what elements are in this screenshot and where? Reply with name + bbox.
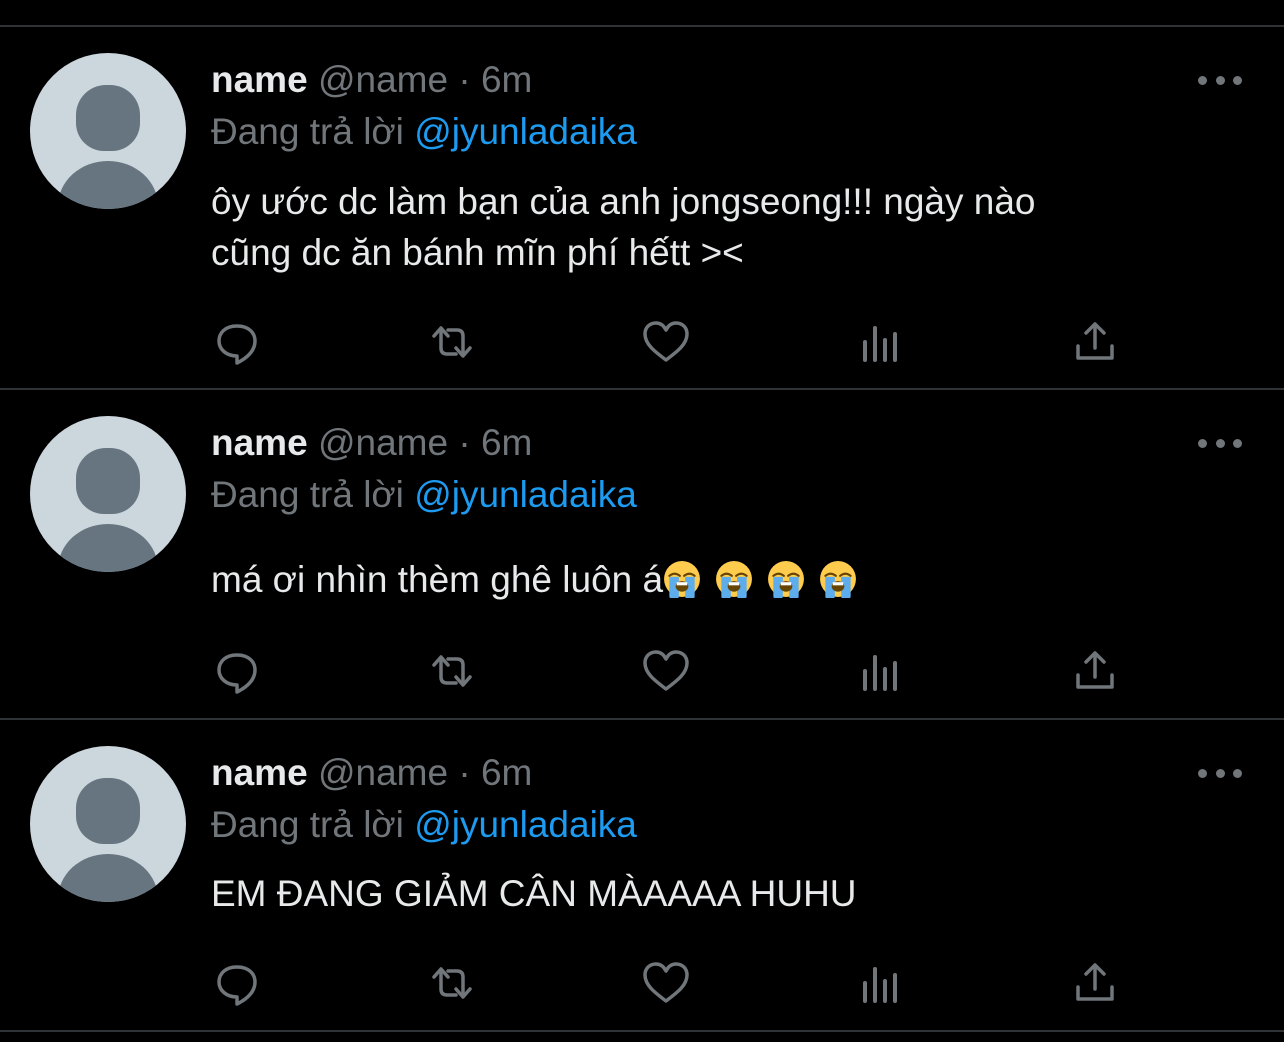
reply-button[interactable]: [207, 953, 267, 1013]
avatar-body-shape: [58, 854, 158, 902]
reply-icon: [207, 965, 267, 1017]
tweet-divider: [0, 1030, 1284, 1032]
share-button[interactable]: [1065, 312, 1125, 372]
retweet-button[interactable]: [422, 312, 482, 372]
tweet-text-line: EM ĐANG GIẢM CÂN MÀAAAA HUHU: [211, 873, 857, 914]
reply-context: Đang trả lời @jyunladaika: [211, 803, 637, 847]
tweet[interactable]: name @name · 6m Đang trả lời @jyunladaik…: [0, 0, 1284, 1042]
analytics-icon: [851, 655, 911, 705]
timestamp[interactable]: 6m: [481, 752, 532, 793]
tweet-text: EM ĐANG GIẢM CÂN MÀAAAA HUHU: [211, 868, 1231, 919]
reply-button[interactable]: [207, 312, 267, 372]
share-icon: [1065, 651, 1125, 705]
like-icon: [636, 321, 696, 376]
more-options-icon[interactable]: [1198, 763, 1242, 783]
retweet-icon: [422, 326, 482, 376]
reply-icon: [207, 324, 267, 376]
reply-to-handle[interactable]: @jyunladaika: [414, 804, 637, 845]
analytics-button[interactable]: [851, 953, 911, 1013]
share-icon: [1065, 322, 1125, 376]
like-icon: [636, 650, 696, 705]
analytics-icon: [851, 967, 911, 1017]
analytics-button[interactable]: [851, 312, 911, 372]
analytics-icon: [851, 326, 911, 376]
avatar[interactable]: [30, 746, 186, 902]
separator-dot: ·: [458, 752, 471, 793]
retweet-icon: [422, 967, 482, 1017]
reply-prefix: Đang trả lời: [211, 804, 404, 845]
avatar-head-shape: [76, 778, 140, 844]
like-icon: [636, 962, 696, 1017]
retweet-icon: [422, 655, 482, 705]
retweet-button[interactable]: [422, 641, 482, 701]
retweet-button[interactable]: [422, 953, 482, 1013]
like-button[interactable]: [636, 312, 696, 372]
user-handle[interactable]: @name: [318, 752, 448, 793]
tweet-header: name @name · 6m: [211, 751, 532, 795]
display-name[interactable]: name: [211, 752, 308, 793]
like-button[interactable]: [636, 641, 696, 701]
reply-icon: [207, 653, 267, 705]
analytics-button[interactable]: [851, 641, 911, 701]
share-icon: [1065, 963, 1125, 1017]
share-button[interactable]: [1065, 641, 1125, 701]
like-button[interactable]: [636, 953, 696, 1013]
share-button[interactable]: [1065, 953, 1125, 1013]
reply-button[interactable]: [207, 641, 267, 701]
